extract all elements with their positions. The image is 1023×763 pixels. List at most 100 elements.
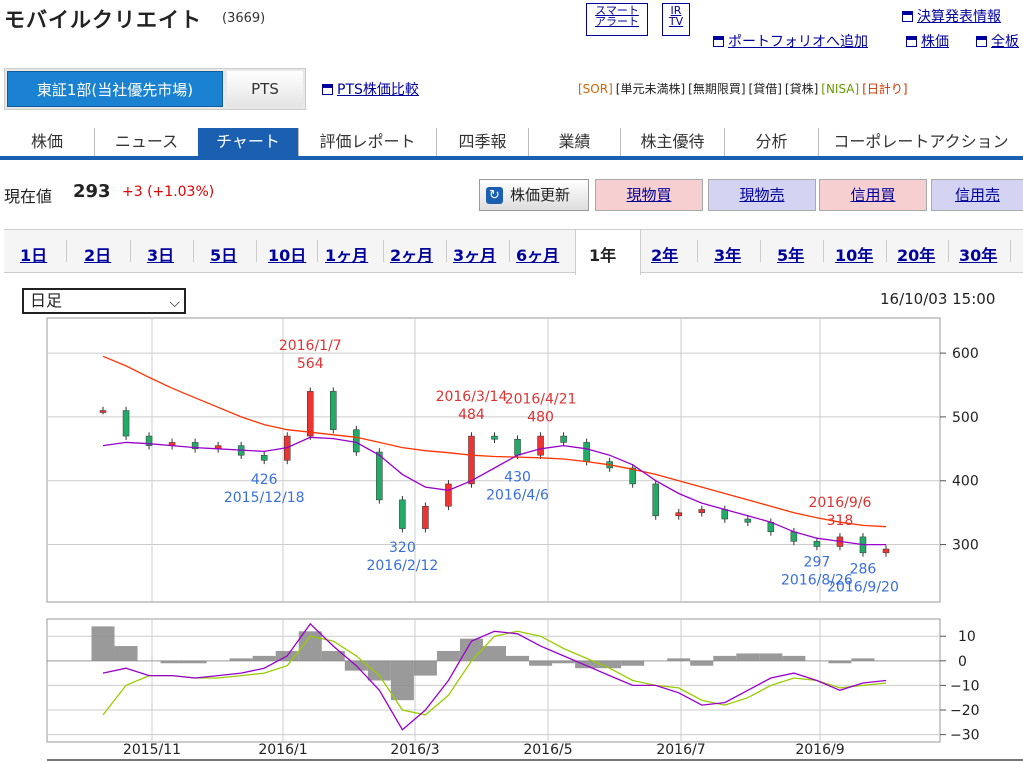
period-10y[interactable]: 10年	[835, 242, 873, 266]
divider	[193, 240, 194, 262]
period-6m[interactable]: 6ヶ月	[516, 242, 559, 266]
period-5y[interactable]: 5年	[777, 242, 804, 266]
window-icon	[976, 36, 987, 47]
candle-body	[422, 506, 429, 529]
period-5d[interactable]: 5日	[210, 242, 237, 266]
divider	[760, 240, 761, 262]
interval-select[interactable]: 日足 ⌵	[22, 288, 186, 314]
y-tick-label: −10	[950, 678, 980, 694]
candle-body	[468, 435, 475, 485]
price-change: +3 (+1.03%)	[122, 184, 215, 200]
buy-cash-label: 現物買	[626, 186, 672, 204]
tab-stock-price[interactable]: 株価	[0, 128, 94, 156]
osc-bar	[529, 660, 553, 666]
interval-value: 日足	[30, 291, 63, 310]
candle-body	[744, 518, 752, 523]
portfolio-link[interactable]: ポートフォリオへ追加	[713, 31, 868, 51]
annotation-value: 480	[527, 410, 554, 426]
refresh-button[interactable]: ↻ 株価更新	[479, 179, 589, 211]
candle-body	[307, 391, 314, 437]
candle-body	[560, 435, 567, 443]
divider	[66, 240, 67, 262]
stock-price-link[interactable]: 株価	[906, 31, 949, 51]
period-2y[interactable]: 2年	[651, 242, 678, 266]
period-3m[interactable]: 3ヶ月	[453, 242, 496, 266]
osc-bar	[506, 655, 530, 661]
annotation-value: 484	[458, 407, 485, 423]
annotation-date: 2016/1/7	[279, 338, 342, 354]
osc-bar	[552, 660, 576, 664]
osc-bar	[759, 653, 783, 661]
tab-tse1[interactable]: 東証1部(当社優先市場)	[7, 71, 223, 107]
candle-body	[652, 483, 659, 517]
divider	[383, 240, 384, 262]
tab-shareholder-benefits[interactable]: 株主優待	[620, 128, 724, 156]
osc-bar	[851, 658, 875, 661]
period-2d[interactable]: 2日	[84, 242, 111, 266]
divider	[256, 240, 257, 262]
smart-alert-link[interactable]: スマート アラート	[586, 3, 648, 36]
period-10d[interactable]: 10日	[268, 242, 306, 266]
osc-bar	[713, 655, 737, 661]
period-1d[interactable]: 1日	[20, 242, 47, 266]
badge-odd-lot: [単元未満株]	[615, 82, 686, 96]
refresh-icon: ↻	[486, 187, 503, 204]
service-badges: [SOR] [単元未満株] [無期限買] [貸借] [貸株] [NISA] [日計り]	[578, 80, 911, 97]
tab-shikiho[interactable]: 四季報	[436, 128, 528, 156]
osc-bar	[91, 626, 115, 661]
pts-compare-link[interactable]: PTS株価比較	[322, 79, 419, 99]
period-2m[interactable]: 2ヶ月	[390, 242, 433, 266]
badge-daytrade: [日計り]	[862, 82, 908, 96]
y-tick-label: −30	[950, 728, 980, 744]
annotation-value: 286	[850, 561, 877, 577]
period-1m[interactable]: 1ヶ月	[325, 242, 368, 266]
x-tick-label: 2016/5	[523, 742, 572, 758]
smart-alert-line2: アラート	[595, 15, 639, 28]
window-icon	[322, 84, 333, 95]
ir-tv-link[interactable]: IR TV	[662, 3, 690, 36]
candle-body	[330, 391, 337, 430]
tab-news[interactable]: ニュース	[94, 128, 198, 156]
y-tick-label: 0	[958, 654, 967, 670]
sell-cash-button[interactable]: 現物売	[708, 179, 816, 211]
candle-body	[353, 429, 360, 453]
period-20y[interactable]: 20年	[897, 242, 935, 266]
market-tabs: 東証1部(当社優先市場) PTS	[4, 68, 306, 110]
divider	[823, 240, 824, 262]
tab-analysis[interactable]: 分析	[724, 128, 818, 156]
all-board-link[interactable]: 全板	[976, 31, 1019, 51]
period-3d[interactable]: 3日	[147, 242, 174, 266]
current-price-label: 現在値	[4, 187, 53, 206]
oscillator-panel: 10 0 −10 −20 −30	[46, 618, 980, 744]
tab-chart[interactable]: チャート	[198, 128, 298, 156]
candle-body	[376, 451, 383, 501]
period-1y[interactable]: 1年	[589, 242, 617, 266]
candle-body	[445, 483, 452, 507]
buy-cash-button[interactable]: 現物買	[595, 179, 703, 211]
buy-margin-button[interactable]: 信用買	[819, 179, 927, 211]
stock-code: (3669)	[222, 11, 266, 26]
current-price: 293	[73, 181, 111, 202]
annotation-value: 318	[827, 513, 854, 529]
tab-pts[interactable]: PTS	[227, 71, 303, 107]
divider	[446, 240, 447, 262]
annotation-value: 430	[504, 470, 531, 486]
chart-timestamp: 16/10/03 15:00	[880, 290, 996, 308]
period-3y[interactable]: 3年	[714, 242, 741, 266]
earnings-link[interactable]: 決算発表情報	[902, 6, 1001, 26]
earnings-label: 決算発表情報	[917, 9, 1001, 25]
osc-bar	[782, 655, 806, 661]
portfolio-label: ポートフォリオへ追加	[728, 34, 868, 50]
ir-tv-line2: TV	[668, 15, 684, 28]
divider	[697, 240, 698, 262]
tab-rating-report[interactable]: 評価レポート	[298, 128, 436, 156]
candle-body	[537, 435, 544, 456]
tab-performance[interactable]: 業績	[528, 128, 620, 156]
period-30y[interactable]: 30年	[959, 242, 997, 266]
sell-margin-button[interactable]: 信用売	[931, 179, 1023, 211]
period-selector: 1日 2日 3日 5日 10日 1ヶ月 2ヶ月 3ヶ月 6ヶ月 1年 2年 3年…	[4, 229, 1023, 275]
candle-body	[813, 541, 821, 547]
divider	[317, 240, 318, 262]
tab-corporate-action[interactable]: コーポレートアクション	[818, 128, 1023, 156]
divider	[509, 240, 510, 262]
